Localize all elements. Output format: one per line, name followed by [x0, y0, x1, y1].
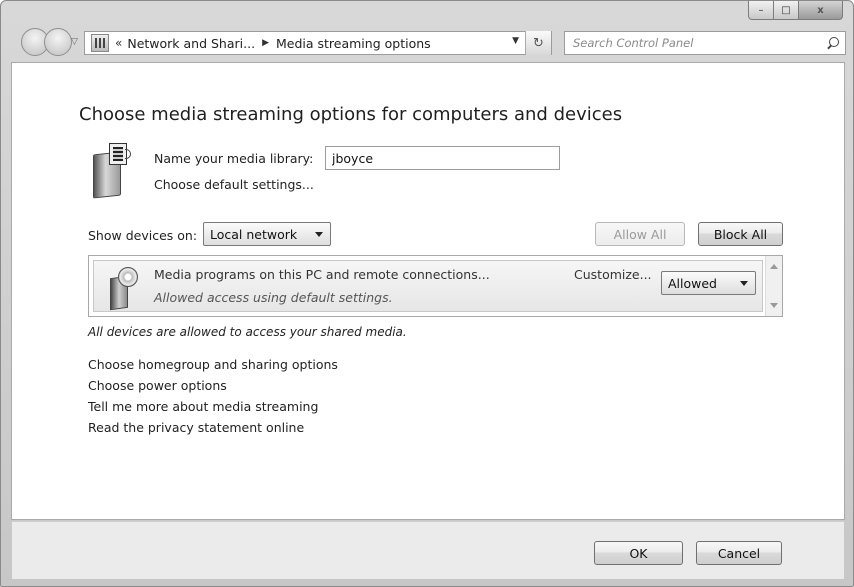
address-dropdown-icon[interactable]: ▼ [512, 36, 519, 46]
breadcrumb-overflow[interactable]: « [115, 36, 122, 50]
customize-link[interactable]: Customize... [574, 267, 652, 282]
maximize-icon: □ [781, 4, 791, 16]
breadcrumb-network-and-sharing[interactable]: Network and Shari... [127, 36, 255, 51]
control-panel-window: – □ x ▽ « Network and Shari... ▶ Media s… [0, 0, 854, 587]
device-list: Media programs on this PC and remote con… [88, 255, 783, 317]
homegroup-sharing-link[interactable]: Choose homegroup and sharing options [88, 357, 338, 378]
block-all-button[interactable]: Block All [698, 222, 783, 246]
forward-button[interactable] [44, 28, 72, 56]
recent-pages-chevron-icon[interactable]: ▽ [71, 37, 78, 47]
scroll-up-icon[interactable] [770, 264, 778, 269]
page-title: Choose media streaming options for compu… [79, 104, 623, 125]
library-name-label: Name your media library: [154, 151, 314, 166]
access-select-value: Allowed [668, 275, 717, 291]
show-devices-label: Show devices on: [88, 228, 198, 243]
library-name-input[interactable] [325, 146, 560, 170]
related-links: Choose homegroup and sharing options Cho… [88, 357, 338, 441]
breadcrumb-separator-icon[interactable]: ▶ [262, 38, 269, 48]
chevron-down-icon [740, 281, 748, 286]
close-button[interactable]: x [799, 1, 843, 20]
media-streaming-help-link[interactable]: Tell me more about media streaming [88, 399, 338, 420]
minimize-button[interactable]: – [748, 1, 774, 20]
network-select[interactable]: Local network [203, 222, 331, 246]
allow-all-button[interactable]: Allow All [595, 222, 685, 246]
device-title: Media programs on this PC and remote con… [154, 267, 490, 282]
choose-default-settings-link[interactable]: Choose default settings... [154, 177, 314, 192]
scroll-down-icon[interactable] [770, 303, 778, 308]
search-input[interactable]: Search Control Panel [573, 36, 693, 50]
ok-button[interactable]: OK [594, 541, 683, 565]
chevron-down-icon [315, 232, 323, 237]
all-devices-allowed-note: All devices are allowed to access your s… [88, 325, 407, 339]
media-player-icon [110, 267, 140, 311]
access-select[interactable]: Allowed [661, 271, 756, 295]
privacy-statement-link[interactable]: Read the privacy statement online [88, 420, 338, 441]
list-item[interactable]: Media programs on this PC and remote con… [93, 260, 763, 312]
network-select-value: Local network [210, 226, 298, 242]
device-list-scrollbar[interactable] [765, 256, 782, 316]
maximize-button[interactable]: □ [774, 1, 799, 20]
device-status: Allowed access using default settings. [154, 290, 393, 305]
search-icon[interactable] [827, 37, 839, 49]
breadcrumb-media-streaming-options[interactable]: Media streaming options [276, 36, 431, 51]
close-icon: x [817, 4, 824, 16]
search-box[interactable]: Search Control Panel [564, 31, 846, 55]
power-options-link[interactable]: Choose power options [88, 378, 338, 399]
media-library-icon [93, 143, 131, 199]
caption-buttons: – □ x [748, 1, 843, 20]
address-bar[interactable]: « Network and Shari... ▶ Media streaming… [84, 31, 552, 55]
refresh-icon: ↻ [533, 35, 544, 51]
minimize-icon: – [758, 4, 764, 16]
refresh-button[interactable]: ↻ [525, 31, 551, 55]
cancel-button[interactable]: Cancel [696, 541, 782, 565]
control-panel-icon [91, 34, 109, 52]
